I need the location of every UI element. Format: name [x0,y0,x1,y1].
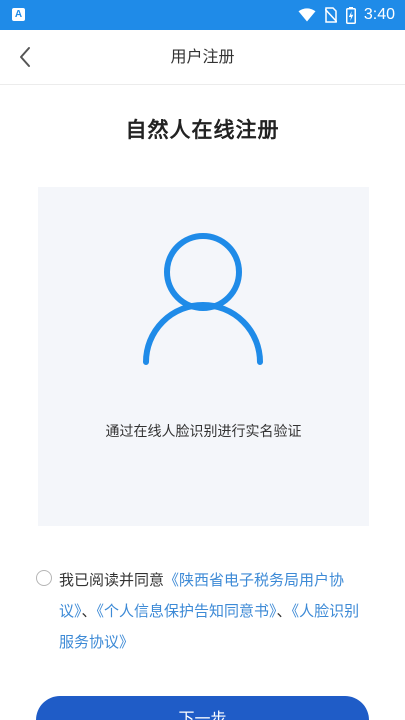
agreement-text: 我已阅读并同意《陕西省电子税务局用户协议》、《个人信息保护告知同意书》、《人脸识… [59,565,364,658]
back-button[interactable] [8,40,42,74]
page-title: 用户注册 [170,47,235,66]
face-verification-caption: 通过在线人脸识别进行实名验证 [105,424,302,440]
next-button[interactable]: 下一步 [36,696,369,720]
status-time: 3:40 [363,6,395,23]
screen: A 3:40 用户注册 自然人在线注册 通过在线人脸识别进行实名验证 我已阅读并… [0,0,405,720]
no-sim-icon [324,7,337,23]
user-avatar-icon [143,233,263,365]
agreement-separator: 、 [276,602,292,620]
wifi-icon [298,8,316,22]
agreement-separator: 、 [81,602,97,620]
face-verification-card[interactable]: 通过在线人脸识别进行实名验证 [38,187,369,526]
status-bar: A 3:40 [0,0,405,30]
app-notification-icon: A [12,8,25,21]
registration-heading: 自然人在线注册 [125,118,280,142]
chevron-left-icon [20,47,30,67]
privacy-consent-link[interactable]: 《个人信息保护告知同意书》 [97,602,277,620]
nav-bar: 用户注册 [0,30,405,85]
battery-icon [345,6,356,24]
agreement-prefix: 我已阅读并同意 [59,571,165,589]
agree-checkbox[interactable] [36,570,52,586]
status-icons: 3:40 [298,0,395,30]
